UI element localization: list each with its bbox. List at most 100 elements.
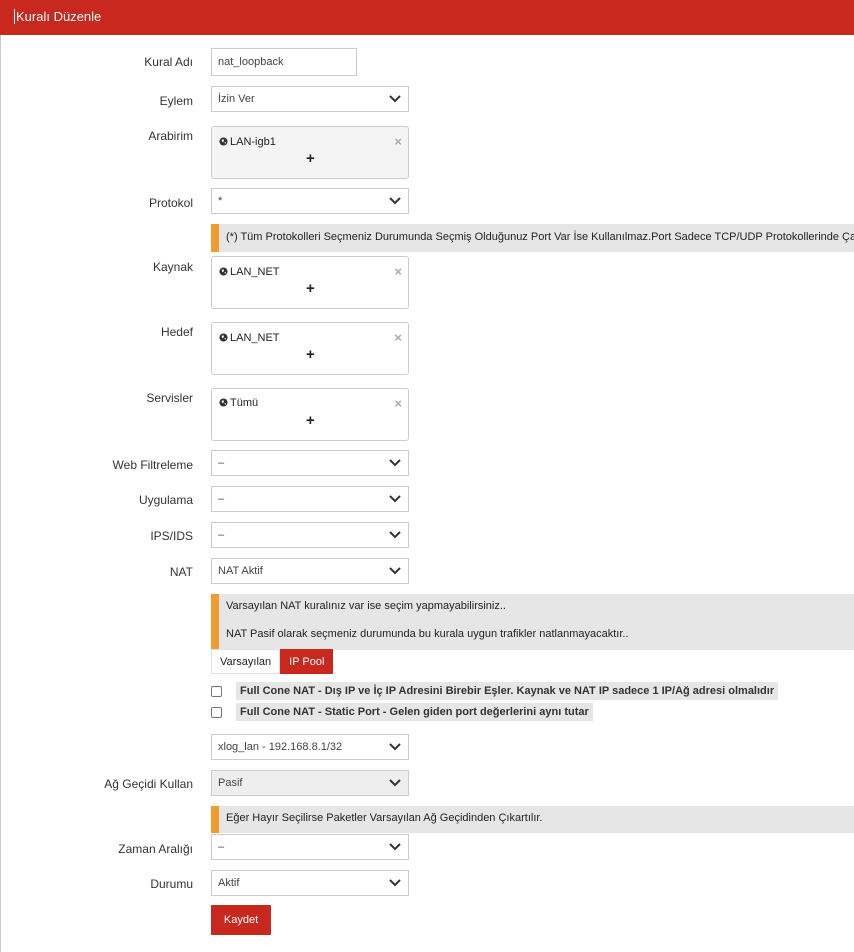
- rule-name-input[interactable]: nat_loopback: [211, 48, 357, 76]
- plus-icon[interactable]: +: [306, 280, 315, 297]
- row-ips-ids: IPS/IDS –: [0, 522, 854, 548]
- remove-icon[interactable]: ×: [394, 134, 402, 149]
- row-action: Eylem İzin Ver: [0, 86, 854, 112]
- application-value: –: [218, 493, 225, 505]
- destination-tagbox[interactable]: LAN_NET × +: [211, 322, 409, 375]
- row-web-filter: Web Filtreleme –: [0, 450, 854, 476]
- source-label: Kaynak: [152, 260, 193, 274]
- row-nat: NAT NAT Aktif: [0, 558, 854, 584]
- row-services: Servisler Tümü × +: [0, 388, 854, 441]
- globe-icon: [219, 137, 228, 146]
- destination-tag: LAN_NET: [219, 332, 280, 344]
- status-label: Durumu: [150, 877, 193, 891]
- panel-header: Kuralı Düzenle: [0, 0, 854, 35]
- time-range-select[interactable]: –: [211, 834, 409, 860]
- action-value: İzin Ver: [218, 93, 255, 105]
- web-filter-label: Web Filtreleme: [112, 458, 193, 472]
- services-tag: Tümü: [219, 397, 258, 409]
- row-source: Kaynak LAN_NET × +: [0, 256, 854, 309]
- services-label: Servisler: [146, 391, 193, 405]
- chevron-down-icon: [389, 879, 401, 887]
- plus-icon[interactable]: +: [306, 346, 315, 363]
- save-button[interactable]: Kaydet: [211, 905, 271, 935]
- destination-label: Hedef: [160, 325, 193, 339]
- chevron-down-icon: [389, 459, 401, 467]
- row-status: Durumu Aktif: [0, 870, 854, 896]
- status-value: Aktif: [218, 877, 240, 889]
- nat-label: NAT: [169, 565, 193, 579]
- chevron-down-icon: [389, 779, 401, 787]
- ips-ids-label: IPS/IDS: [150, 529, 193, 543]
- protocol-note-text: (*) Tüm Protokolleri Seçmeniz Durumunda …: [226, 231, 854, 243]
- source-tagbox[interactable]: LAN_NET × +: [211, 256, 409, 309]
- ips-ids-select[interactable]: –: [211, 522, 409, 548]
- nat-value: NAT Aktif: [218, 565, 263, 577]
- time-range-label: Zaman Aralığı: [118, 842, 193, 856]
- protocol-select[interactable]: *: [211, 188, 409, 214]
- web-filter-value: –: [218, 457, 225, 469]
- full-cone-checkbox[interactable]: [211, 686, 222, 697]
- nat-note-line: NAT Pasif olarak seçmeniz durumunda bu k…: [226, 628, 629, 640]
- chevron-down-icon: [389, 197, 401, 205]
- source-tag: LAN_NET: [219, 266, 280, 278]
- interface-tag: LAN-igb1: [219, 136, 276, 148]
- action-label: Eylem: [159, 94, 193, 108]
- row-destination: Hedef LAN_NET × +: [0, 322, 854, 375]
- interface-tag-label: LAN-igb1: [230, 136, 276, 148]
- tab-ip-pool[interactable]: IP Pool: [280, 649, 334, 674]
- application-select[interactable]: –: [211, 486, 409, 512]
- row-interface: Arabirim LAN-igb1 × +: [0, 126, 854, 179]
- globe-icon: [219, 333, 228, 342]
- web-filter-select[interactable]: –: [211, 450, 409, 476]
- globe-icon: [219, 267, 228, 276]
- nat-select[interactable]: NAT Aktif: [211, 558, 409, 584]
- chevron-down-icon: [389, 843, 401, 851]
- services-tag-label: Tümü: [230, 397, 259, 409]
- globe-icon: [219, 398, 228, 407]
- source-tag-label: LAN_NET: [230, 266, 280, 278]
- chevron-down-icon: [389, 531, 401, 539]
- ip-pool-select[interactable]: xlog_lan - 192.168.8.1/32: [211, 734, 409, 760]
- ips-ids-value: –: [218, 529, 225, 541]
- application-label: Uygulama: [138, 493, 193, 507]
- destination-tag-label: LAN_NET: [230, 332, 280, 344]
- chevron-down-icon: [389, 95, 401, 103]
- static-port-label: Full Cone NAT - Static Port - Gelen gide…: [236, 703, 593, 721]
- status-select[interactable]: Aktif: [211, 870, 409, 896]
- plus-icon[interactable]: +: [306, 412, 315, 429]
- gateway-select[interactable]: Pasif: [211, 770, 409, 796]
- services-tagbox[interactable]: Tümü × +: [211, 388, 409, 441]
- plus-icon[interactable]: +: [306, 150, 315, 167]
- interface-tagbox[interactable]: LAN-igb1 × +: [211, 126, 409, 179]
- tab-default[interactable]: Varsayılan: [211, 649, 281, 674]
- protocol-label: Protokol: [148, 196, 193, 210]
- rule-name-label: Kural Adı: [144, 55, 193, 69]
- remove-icon[interactable]: ×: [394, 396, 402, 411]
- gateway-label: Ağ Geçidi Kullan: [104, 777, 193, 791]
- row-gateway: Ağ Geçidi Kullan Pasif: [0, 770, 854, 796]
- gateway-value: Pasif: [218, 777, 243, 789]
- page-title: Kuralı Düzenle: [16, 9, 102, 24]
- full-cone-label: Full Cone NAT - Dış IP ve İç IP Adresini…: [236, 682, 779, 700]
- time-range-value: –: [218, 841, 225, 853]
- gateway-note: Eğer Hayır Seçilirse Paketler Varsayılan…: [211, 806, 854, 833]
- nat-tabs: Varsayılan IP Pool: [211, 649, 334, 674]
- chevron-down-icon: [389, 743, 401, 751]
- action-select[interactable]: İzin Ver: [211, 86, 409, 112]
- nat-note-line: Varsayılan NAT kuralınız var ise seçim y…: [226, 600, 506, 612]
- remove-icon[interactable]: ×: [394, 330, 402, 345]
- chevron-down-icon: [389, 495, 401, 503]
- protocol-value: *: [218, 195, 223, 207]
- row-protocol: Protokol *: [0, 188, 854, 214]
- static-port-checkbox[interactable]: [211, 707, 222, 718]
- row-application: Uygulama –: [0, 486, 854, 512]
- protocol-note: (*) Tüm Protokolleri Seçmeniz Durumunda …: [211, 224, 854, 252]
- interface-label: Arabirim: [148, 129, 193, 143]
- gateway-note-text: Eğer Hayır Seçilirse Paketler Varsayılan…: [226, 812, 543, 824]
- ip-pool-value: xlog_lan - 192.168.8.1/32: [218, 741, 343, 753]
- chevron-down-icon: [389, 567, 401, 575]
- nat-note: Varsayılan NAT kuralınız var ise seçim y…: [211, 594, 854, 650]
- row-time-range: Zaman Aralığı –: [0, 834, 854, 860]
- row-ip-pool: xlog_lan - 192.168.8.1/32: [0, 734, 854, 760]
- remove-icon[interactable]: ×: [394, 264, 402, 279]
